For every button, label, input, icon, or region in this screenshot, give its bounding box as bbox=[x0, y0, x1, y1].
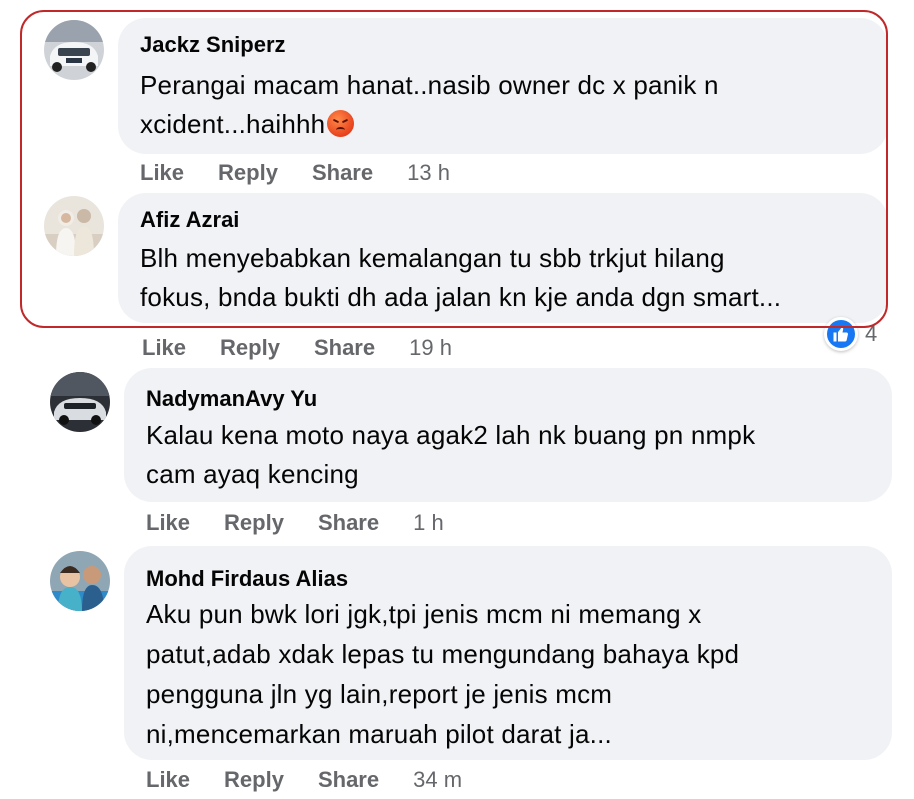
comment-actions: Like Reply Share 19 h bbox=[142, 335, 452, 361]
couple-avatar-image bbox=[44, 196, 104, 256]
comment-text-line: fokus, bnda bukti dh ada jalan kn kje an… bbox=[140, 282, 782, 312]
avatar[interactable] bbox=[44, 196, 104, 256]
comment-timestamp[interactable]: 19 h bbox=[409, 335, 452, 361]
reply-button[interactable]: Reply bbox=[220, 335, 280, 361]
comment-text-line: ni,mencemarkan maruah pilot darat ja... bbox=[146, 719, 612, 749]
like-button[interactable]: Like bbox=[140, 160, 184, 186]
avatar[interactable] bbox=[50, 551, 110, 611]
comment-author[interactable]: Jackz Sniperz bbox=[140, 32, 286, 58]
comment-bubble: Mohd Firdaus Alias Aku pun bwk lori jgk,… bbox=[124, 546, 892, 760]
share-button[interactable]: Share bbox=[312, 160, 373, 186]
comment-text-line: pengguna jln yg lain,report je jenis mcm bbox=[146, 679, 613, 709]
like-button[interactable]: Like bbox=[146, 510, 190, 536]
avatar[interactable] bbox=[50, 372, 110, 432]
thumbs-up-glyph bbox=[833, 327, 848, 342]
comment-text: Blh menyebabkan kemalangan tu sbb trkjut… bbox=[140, 239, 781, 317]
like-button[interactable]: Like bbox=[142, 335, 186, 361]
reaction-count: 4 bbox=[865, 321, 878, 346]
like-thumb-icon bbox=[824, 317, 858, 351]
comment-timestamp[interactable]: 1 h bbox=[413, 510, 444, 536]
like-button[interactable]: Like bbox=[146, 767, 190, 793]
share-button[interactable]: Share bbox=[314, 335, 375, 361]
comment-text-line: Kalau kena moto naya agak2 lah nk buang … bbox=[146, 420, 756, 450]
comment-text-line-content: xcident...haihhh bbox=[140, 109, 326, 139]
comment-text: Aku pun bwk lori jgk,tpi jenis mcm ni me… bbox=[146, 594, 739, 754]
comment-author[interactable]: Mohd Firdaus Alias bbox=[146, 566, 348, 592]
share-button[interactable]: Share bbox=[318, 510, 379, 536]
comment-text-line: patut,adab xdak lepas tu mengundang baha… bbox=[146, 639, 740, 669]
comment-timestamp[interactable]: 13 h bbox=[407, 160, 450, 186]
reaction-summary[interactable]: 4 bbox=[824, 317, 877, 351]
comment-actions: Like Reply Share 13 h bbox=[140, 160, 450, 186]
reply-button[interactable]: Reply bbox=[224, 767, 284, 793]
comment-text-line: Aku pun bwk lori jgk,tpi jenis mcm ni me… bbox=[146, 599, 702, 629]
comment-author[interactable]: NadymanAvy Yu bbox=[146, 386, 317, 412]
comment-text: Kalau kena moto naya agak2 lah nk buang … bbox=[146, 416, 755, 494]
comment-bubble: Jackz Sniperz Perangai macam hanat..nasi… bbox=[118, 18, 888, 154]
people-avatar-image bbox=[50, 551, 110, 611]
comment-text-line: cam ayaq kencing bbox=[146, 459, 359, 489]
car-avatar-image bbox=[44, 20, 104, 80]
comment-author[interactable]: Afiz Azrai bbox=[140, 207, 239, 233]
car-dark-avatar-image bbox=[50, 372, 110, 432]
comment-text: Perangai macam hanat..nasib owner dc x p… bbox=[140, 66, 719, 144]
comment-text-line: xcident...haihhh bbox=[140, 105, 719, 144]
share-button[interactable]: Share bbox=[318, 767, 379, 793]
comment-actions: Like Reply Share 1 h bbox=[146, 510, 444, 536]
comment-text-line: Blh menyebabkan kemalangan tu sbb trkjut… bbox=[140, 243, 725, 273]
comment-actions: Like Reply Share 34 m bbox=[146, 767, 462, 793]
reply-button[interactable]: Reply bbox=[218, 160, 278, 186]
comment-bubble: Afiz Azrai Blh menyebabkan kemalangan tu… bbox=[118, 193, 888, 323]
avatar[interactable] bbox=[44, 20, 104, 80]
reply-button[interactable]: Reply bbox=[224, 510, 284, 536]
angry-face-icon bbox=[327, 110, 355, 137]
comment-text-line: Perangai macam hanat..nasib owner dc x p… bbox=[140, 70, 719, 100]
comment-bubble: NadymanAvy Yu Kalau kena moto naya agak2… bbox=[124, 368, 892, 502]
comment-timestamp[interactable]: 34 m bbox=[413, 767, 462, 793]
